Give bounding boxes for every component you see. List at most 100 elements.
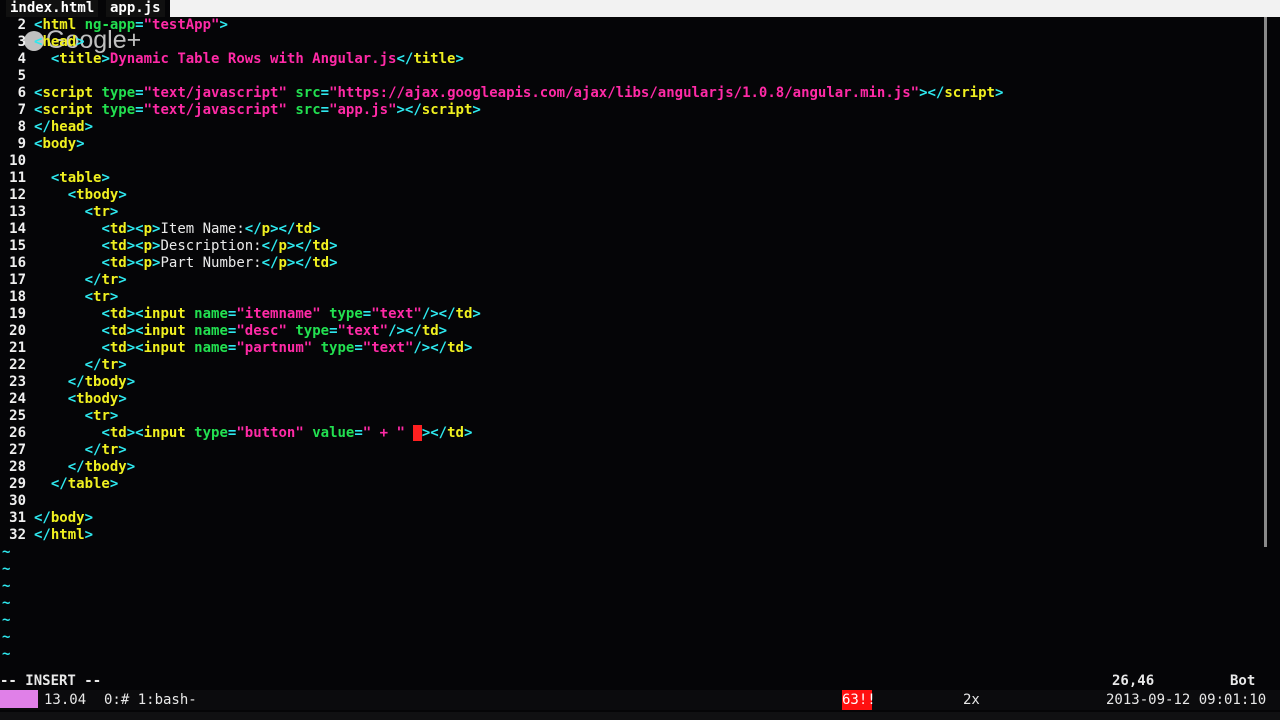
code-token: </	[34, 119, 51, 135]
tab-app-js[interactable]: app.js	[106, 0, 165, 17]
code-token: </	[67, 459, 85, 475]
code-line[interactable]: 12 <tbody>	[0, 187, 127, 204]
code-line[interactable]: 13 <tr>	[0, 204, 118, 221]
code-token: <	[101, 425, 110, 441]
code-line[interactable]: 14 <td><p>Item Name:</p></td>	[0, 221, 321, 238]
line-number: 30	[9, 493, 26, 509]
code-line[interactable]: 27 </tr>	[0, 442, 127, 459]
code-line[interactable]: 3 <head>	[0, 34, 85, 51]
code-line[interactable]: 29 </table>	[0, 476, 118, 493]
code-token: type	[93, 85, 136, 101]
code-token: p	[278, 238, 287, 254]
code-token: =	[135, 85, 144, 101]
code-token: >	[109, 289, 119, 305]
code-token: td	[109, 255, 127, 271]
code-line[interactable]: 28 </tbody>	[0, 459, 135, 476]
code-token: Dynamic Table Rows with Angular.js	[109, 51, 397, 67]
code-line[interactable]: 8 </head>	[0, 119, 93, 136]
code-token: table	[59, 170, 102, 186]
code-line[interactable]: 4 <title>Dynamic Table Rows with Angular…	[0, 51, 464, 68]
line-content: </tbody>	[34, 459, 135, 476]
code-line[interactable]: 25 <tr>	[0, 408, 118, 425]
session-badge	[0, 690, 38, 708]
line-number: 10	[9, 153, 26, 169]
code-line[interactable]: 23 </tbody>	[0, 374, 135, 391]
code-token: type	[320, 306, 363, 322]
window-list[interactable]: 0:# 1:bash-	[104, 690, 197, 710]
tab-index-html[interactable]: index.html	[6, 0, 99, 17]
code-token: tbody	[76, 187, 119, 203]
code-token: /></	[421, 306, 456, 322]
code-line[interactable]: 32 </html>	[0, 527, 93, 544]
code-token: head	[42, 34, 77, 50]
code-token: tbody	[76, 391, 119, 407]
code-token: name	[185, 306, 228, 322]
code-line[interactable]: 7 <script type="text/javascript" src="app…	[0, 102, 481, 119]
code-line[interactable]: 18 <tr>	[0, 289, 118, 306]
line-number: 5	[17, 68, 26, 84]
code-token: Item Name:	[160, 221, 245, 237]
code-line[interactable]: 9 <body>	[0, 136, 85, 153]
code-token: p	[143, 221, 153, 237]
line-content: <html ng-app="testApp">	[34, 17, 228, 34]
code-token: html	[42, 17, 77, 33]
code-token: td	[109, 221, 127, 237]
code-token: <	[101, 323, 110, 339]
code-token: "partnum"	[236, 340, 313, 356]
cursor-position: 26,46	[1112, 673, 1155, 689]
editor-scrollbar[interactable]	[1264, 17, 1267, 547]
code-line[interactable]: 31 </body>	[0, 510, 93, 527]
code-token: >	[472, 102, 481, 118]
line-number: 29	[9, 476, 26, 492]
code-token: ><	[126, 238, 144, 254]
code-token: =	[329, 323, 338, 339]
code-token: tr	[93, 204, 110, 220]
code-token: >	[329, 238, 338, 254]
code-line[interactable]: 20 <td><input name="desc" type="text"/><…	[0, 323, 447, 340]
line-content: </html>	[34, 527, 93, 544]
code-line[interactable]: 17 </tr>	[0, 272, 127, 289]
code-token: tr	[93, 289, 110, 305]
code-token: ></	[919, 85, 945, 101]
code-line[interactable]: 22 </tr>	[0, 357, 127, 374]
code-token: script	[42, 102, 94, 118]
code-line[interactable]: 21 <td><input name="partnum" type="text"…	[0, 340, 472, 357]
code-line[interactable]: 19 <td><input name="itemname" type="text…	[0, 306, 481, 323]
line-number: 20	[9, 323, 26, 339]
line-number: 13	[9, 204, 26, 220]
code-line[interactable]: 2 <html ng-app="testApp">	[0, 17, 228, 34]
text-cursor: /	[413, 425, 422, 441]
code-line[interactable]: 30	[0, 493, 26, 510]
code-token: ></	[286, 255, 313, 271]
code-line[interactable]: 24 <tbody>	[0, 391, 127, 408]
line-number: 22	[9, 357, 26, 373]
code-line[interactable]: 16 <td><p>Part Number:</p></td>	[0, 255, 337, 272]
code-token: <	[84, 289, 94, 305]
line-number: 26	[9, 425, 26, 441]
line-content: <tbody>	[34, 391, 127, 408]
code-token: tr	[101, 442, 119, 458]
code-token: >	[126, 459, 136, 475]
code-token: </	[261, 255, 279, 271]
code-line[interactable]: 26 <td><input type="button" value=" + " …	[0, 425, 472, 442]
code-token: ><	[126, 425, 144, 441]
line-content: </table>	[34, 476, 118, 493]
line-number: 7	[17, 102, 26, 118]
code-token: td	[421, 323, 439, 339]
code-line[interactable]: 6 <script type="text/javascript" src="htt…	[0, 85, 1004, 102]
code-token: =	[135, 102, 144, 118]
code-line[interactable]: 11 <table>	[0, 170, 110, 187]
empty-line-tilde: ~	[2, 544, 11, 560]
code-line[interactable]: 15 <td><p>Description:</p></td>	[0, 238, 337, 255]
code-line[interactable]: 5	[0, 68, 26, 85]
code-token: "text"	[337, 323, 389, 339]
line-number: 28	[9, 459, 26, 475]
code-line[interactable]: 10	[0, 153, 26, 170]
line-content: </body>	[34, 510, 93, 527]
code-token: <	[101, 255, 110, 271]
code-token: name	[185, 323, 228, 339]
